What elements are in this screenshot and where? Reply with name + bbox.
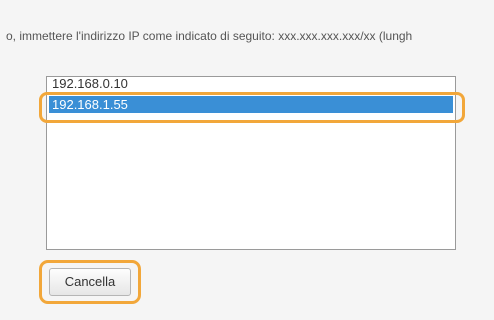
ip-address-list[interactable]: 192.168.0.10 192.168.1.55 [46, 76, 456, 250]
ip-list-item[interactable]: 192.168.0.10 [49, 77, 453, 89]
ip-list-item-selected[interactable]: 192.168.1.55 [49, 96, 453, 113]
instruction-text: o, immettere l'indirizzo IP come indicat… [6, 29, 413, 43]
settings-panel: o, immettere l'indirizzo IP come indicat… [0, 0, 494, 320]
cancel-button[interactable]: Cancella [49, 268, 131, 296]
